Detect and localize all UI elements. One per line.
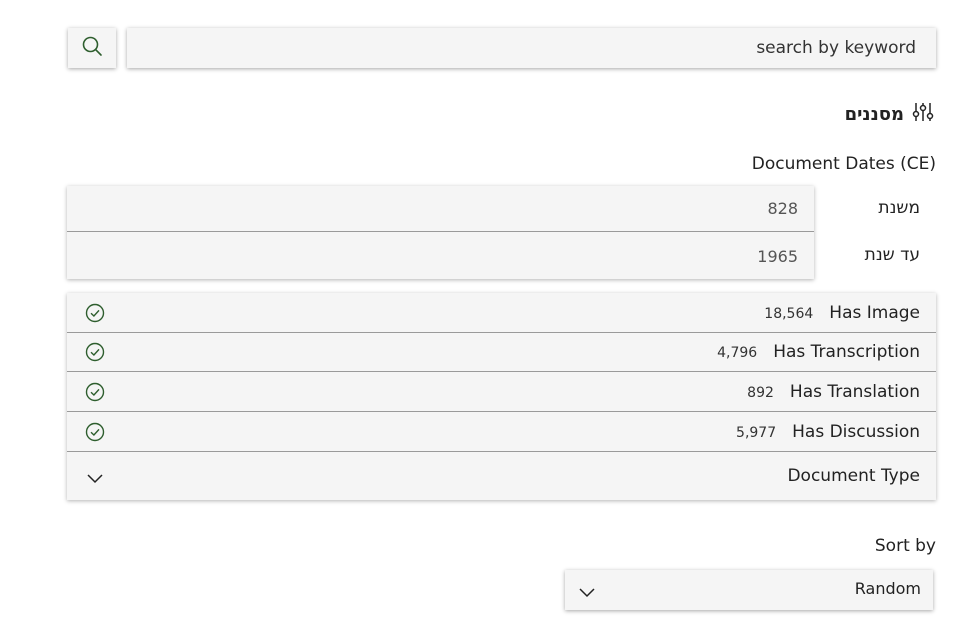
date-range-box: 828 1965 bbox=[67, 186, 814, 279]
filters-title: מסננים bbox=[844, 103, 904, 125]
filter-label: Has Translation bbox=[789, 381, 920, 402]
date-from-field[interactable]: 828 bbox=[67, 186, 814, 232]
sliders-icon bbox=[912, 101, 934, 127]
date-from-label: משנת bbox=[878, 198, 920, 218]
chevron-down-icon[interactable] bbox=[579, 583, 595, 602]
filter-has-discussion[interactable]: 5,977 Has Discussion bbox=[67, 412, 936, 452]
filter-label: Has Discussion bbox=[792, 421, 920, 442]
filter-count: 5,977 bbox=[736, 424, 777, 441]
check-circle-icon[interactable] bbox=[85, 342, 105, 362]
filter-count: 892 bbox=[747, 384, 774, 401]
sort-label: Sort by bbox=[874, 536, 936, 556]
search-input[interactable] bbox=[145, 37, 918, 59]
date-to-label: עד שנת bbox=[864, 245, 920, 265]
filters-heading: מסננים bbox=[845, 100, 934, 128]
date-to-value[interactable]: 1965 bbox=[757, 247, 798, 266]
filter-has-transcription[interactable]: 4,796 Has Transcription bbox=[67, 332, 936, 372]
document-dates-label: Document Dates (CE) bbox=[751, 154, 936, 174]
filter-label: Has Image bbox=[829, 302, 920, 323]
check-circle-icon[interactable] bbox=[85, 382, 105, 402]
filter-has-translation[interactable]: 892 Has Translation bbox=[67, 372, 936, 412]
attribute-filters: 18,564 Has Image 4,796 Has Transcription… bbox=[67, 293, 936, 500]
date-from-value[interactable]: 828 bbox=[767, 199, 798, 218]
sort-select[interactable]: Random bbox=[565, 570, 933, 610]
document-type-dropdown[interactable]: Document Type bbox=[67, 452, 936, 500]
filter-count: 18,564 bbox=[764, 305, 814, 322]
filter-count: 4,796 bbox=[717, 344, 758, 361]
search-field[interactable] bbox=[127, 28, 936, 68]
filter-has-image[interactable]: 18,564 Has Image bbox=[67, 293, 936, 333]
document-type-label: Document Type bbox=[787, 466, 920, 486]
search-icon bbox=[81, 35, 103, 61]
filter-label: Has Transcription bbox=[773, 341, 920, 362]
search-button[interactable] bbox=[68, 28, 116, 68]
sort-value: Random bbox=[854, 579, 921, 598]
chevron-down-icon[interactable] bbox=[87, 469, 103, 488]
check-circle-icon[interactable] bbox=[85, 422, 105, 442]
check-circle-icon[interactable] bbox=[85, 303, 105, 323]
date-to-field[interactable]: 1965 bbox=[67, 233, 814, 279]
